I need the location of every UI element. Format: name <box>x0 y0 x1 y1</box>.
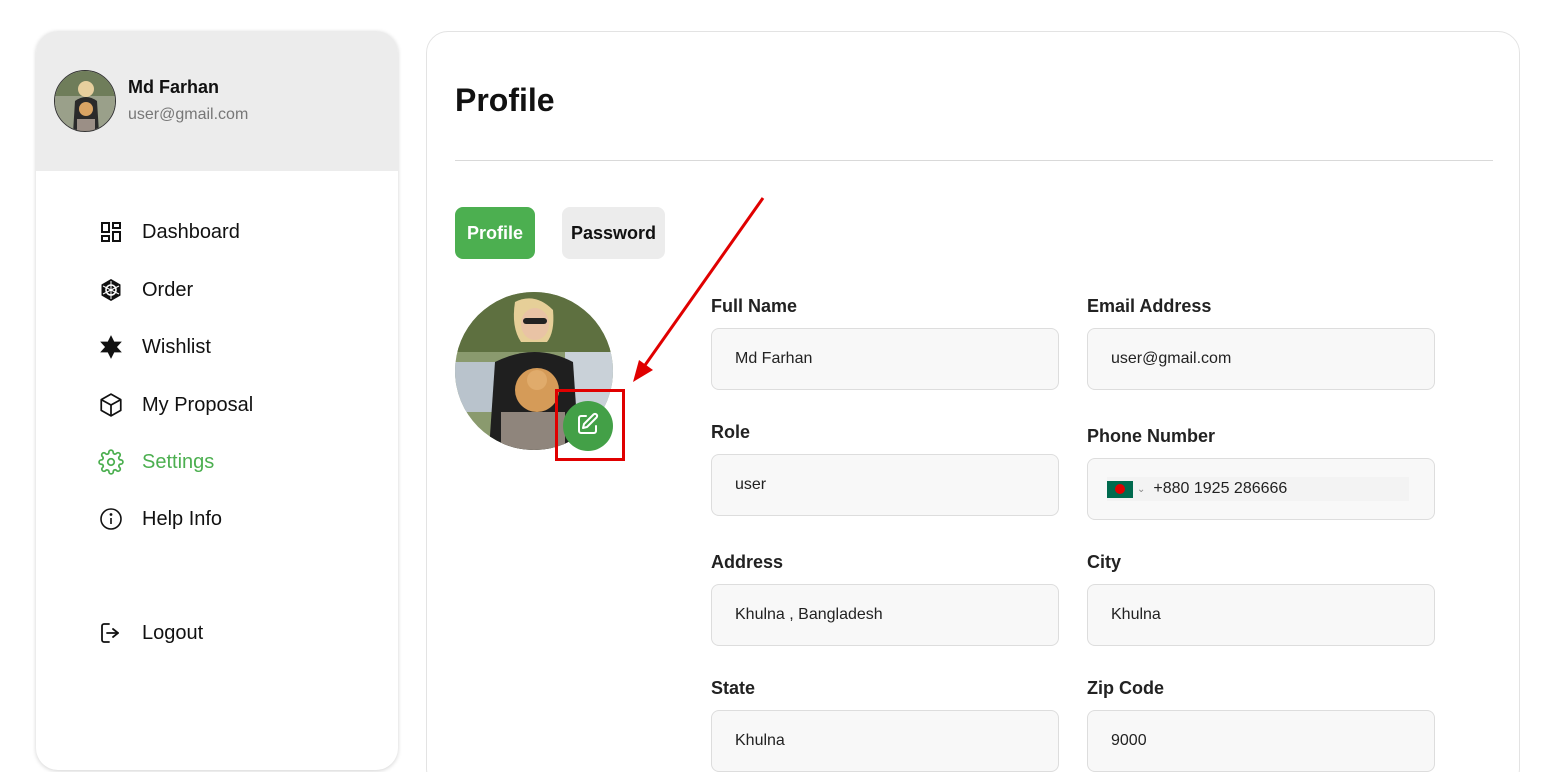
tab-profile[interactable]: Profile <box>455 207 535 259</box>
info-icon <box>98 506 124 532</box>
phone-input-group: ⌄ +880 1925 286666 <box>1107 477 1409 501</box>
sidebar-item-label: My Proposal <box>142 393 254 416</box>
main-panel: Profile Profile Password Full Name Md Fa… <box>426 31 1520 772</box>
city-label: City <box>1087 552 1122 572</box>
order-icon <box>98 277 124 303</box>
sidebar-item-settings[interactable]: Settings <box>98 449 214 475</box>
annotation-highlight-box <box>555 389 625 461</box>
user-name: Md Farhan <box>128 77 220 97</box>
avatar[interactable] <box>54 70 116 132</box>
box-icon <box>98 392 124 418</box>
phone-field[interactable]: ⌄ +880 1925 286666 <box>1087 458 1435 520</box>
sidebar-item-wishlist[interactable]: Wishlist <box>98 334 211 360</box>
role-field[interactable]: user <box>711 454 1059 516</box>
sidebar-item-order[interactable]: Order <box>98 277 193 303</box>
logout-icon <box>98 620 124 646</box>
role-label: Role <box>711 422 751 442</box>
state-field[interactable]: Khulna <box>711 710 1059 772</box>
dashboard-icon <box>98 219 124 245</box>
sidebar-item-label: Help Info <box>142 507 223 530</box>
phone-label: Phone Number <box>1087 426 1216 446</box>
sidebar: Md Farhan user@gmail.com Dashboard Order… <box>36 31 398 770</box>
logout-button[interactable]: Logout <box>98 620 203 646</box>
star-icon <box>98 334 124 360</box>
logout-label: Logout <box>142 621 204 644</box>
city-field[interactable]: Khulna <box>1087 584 1435 646</box>
zip-field[interactable]: 9000 <box>1087 710 1435 772</box>
sidebar-item-label: Wishlist <box>142 335 211 358</box>
page-title: Profile <box>455 82 555 118</box>
gear-icon <box>98 449 124 475</box>
user-email: user@gmail.com <box>128 106 249 123</box>
sidebar-item-label: Order <box>142 278 194 301</box>
full-name-label: Full Name <box>711 296 798 316</box>
sidebar-item-label: Settings <box>142 450 215 473</box>
chevron-down-icon[interactable]: ⌄ <box>1137 484 1145 495</box>
sidebar-item-my-proposal[interactable]: My Proposal <box>98 392 253 418</box>
zip-label: Zip Code <box>1087 678 1164 698</box>
tab-password[interactable]: Password <box>562 207 665 259</box>
email-field[interactable]: user@gmail.com <box>1087 328 1435 390</box>
address-field[interactable]: Khulna , Bangladesh <box>711 584 1059 646</box>
bangladesh-flag-icon[interactable] <box>1107 480 1133 498</box>
full-name-field[interactable]: Md Farhan <box>711 328 1059 390</box>
sidebar-item-help-info[interactable]: Help Info <box>98 506 222 532</box>
email-label: Email Address <box>1087 296 1212 316</box>
address-label: Address <box>711 552 784 572</box>
divider <box>455 160 1493 161</box>
sidebar-item-label: Dashboard <box>142 220 240 243</box>
user-header: Md Farhan user@gmail.com <box>36 31 398 171</box>
state-label: State <box>711 678 756 698</box>
sidebar-item-dashboard[interactable]: Dashboard <box>98 219 240 245</box>
phone-number-value[interactable]: +880 1925 286666 <box>1153 480 1287 498</box>
